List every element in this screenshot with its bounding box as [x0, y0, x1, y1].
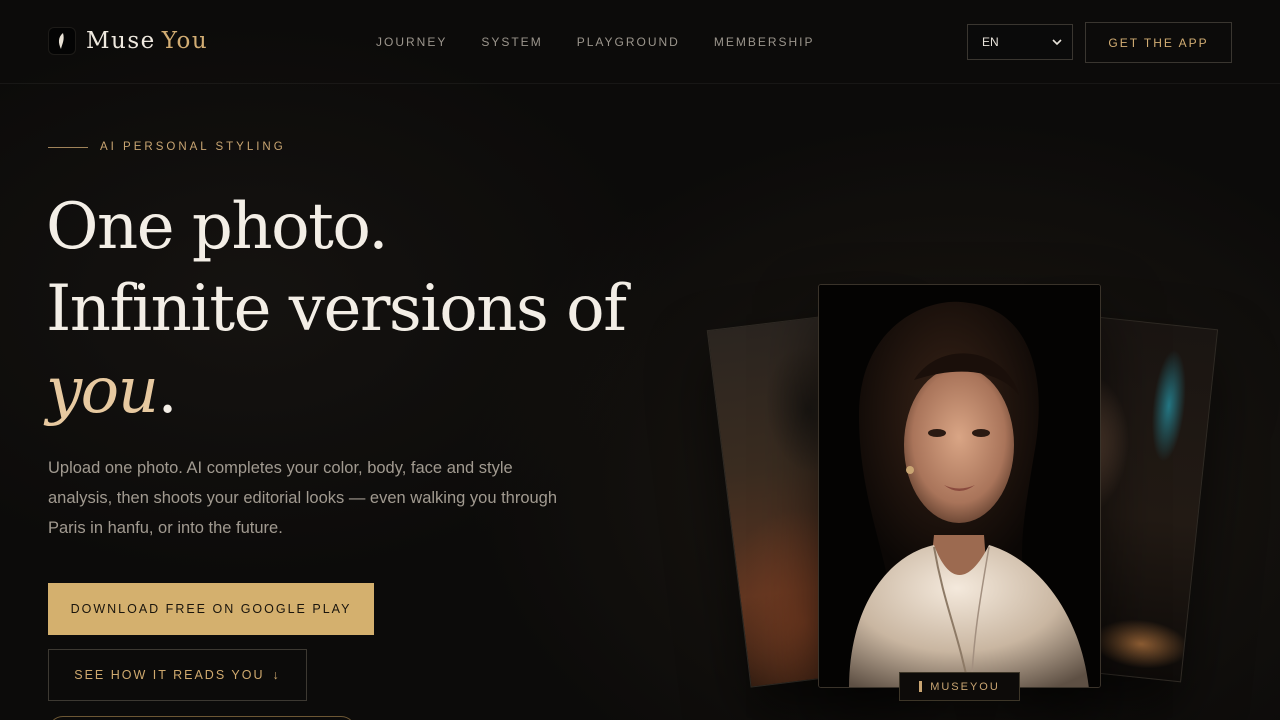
arrow-down-icon: ↓ — [272, 668, 281, 682]
hero-eyebrow: AI PERSONAL STYLING — [48, 141, 286, 153]
hero-headline: One photo. Infinite versions of you. — [46, 186, 666, 432]
brand-name-accent: You — [161, 28, 209, 54]
eyebrow-text: AI PERSONAL STYLING — [100, 141, 286, 153]
feather-logo-icon — [48, 27, 76, 55]
chevron-down-icon — [1052, 38, 1062, 45]
headline-line-2: Infinite versions of — [46, 272, 627, 346]
see-how-label: SEE HOW IT READS YOU — [74, 668, 265, 682]
nav-item-system[interactable]: SYSTEM — [481, 35, 542, 49]
language-select[interactable]: EN — [967, 24, 1073, 60]
headline-accent: you — [46, 354, 159, 428]
hero-description: Upload one photo. AI completes your colo… — [48, 459, 558, 537]
main-nav: JOURNEY SYSTEM PLAYGROUND MEMBERSHIP — [376, 35, 815, 49]
eyebrow-divider — [48, 146, 88, 148]
nav-item-journey[interactable]: JOURNEY — [376, 35, 447, 49]
tag-bar-icon — [919, 681, 923, 692]
museyou-tag: MUSEYOU — [899, 672, 1020, 701]
brand-logo[interactable]: Muse You — [48, 27, 208, 55]
partial-outline-button[interactable] — [48, 716, 356, 720]
brand-name: Muse You — [86, 28, 208, 54]
headline-end: . — [157, 354, 177, 428]
portrait-image — [819, 285, 1100, 687]
see-how-it-reads-you-button[interactable]: SEE HOW IT READS YOU ↓ — [48, 649, 307, 701]
site-header: Muse You JOURNEY SYSTEM PLAYGROUND MEMBER… — [0, 0, 1280, 84]
nav-item-membership[interactable]: MEMBERSHIP — [714, 35, 815, 49]
nav-item-playground[interactable]: PLAYGROUND — [577, 35, 680, 49]
tag-label: MUSEYOU — [930, 680, 1000, 693]
brand-name-primary: Muse — [86, 28, 156, 54]
gallery-card-main-portrait[interactable] — [818, 284, 1101, 688]
headline-line-1: One photo. — [46, 190, 389, 264]
download-google-play-button[interactable]: DOWNLOAD FREE ON GOOGLE PLAY — [48, 583, 374, 635]
get-app-button[interactable]: GET THE APP — [1085, 22, 1232, 63]
language-select-value: EN — [982, 35, 999, 49]
